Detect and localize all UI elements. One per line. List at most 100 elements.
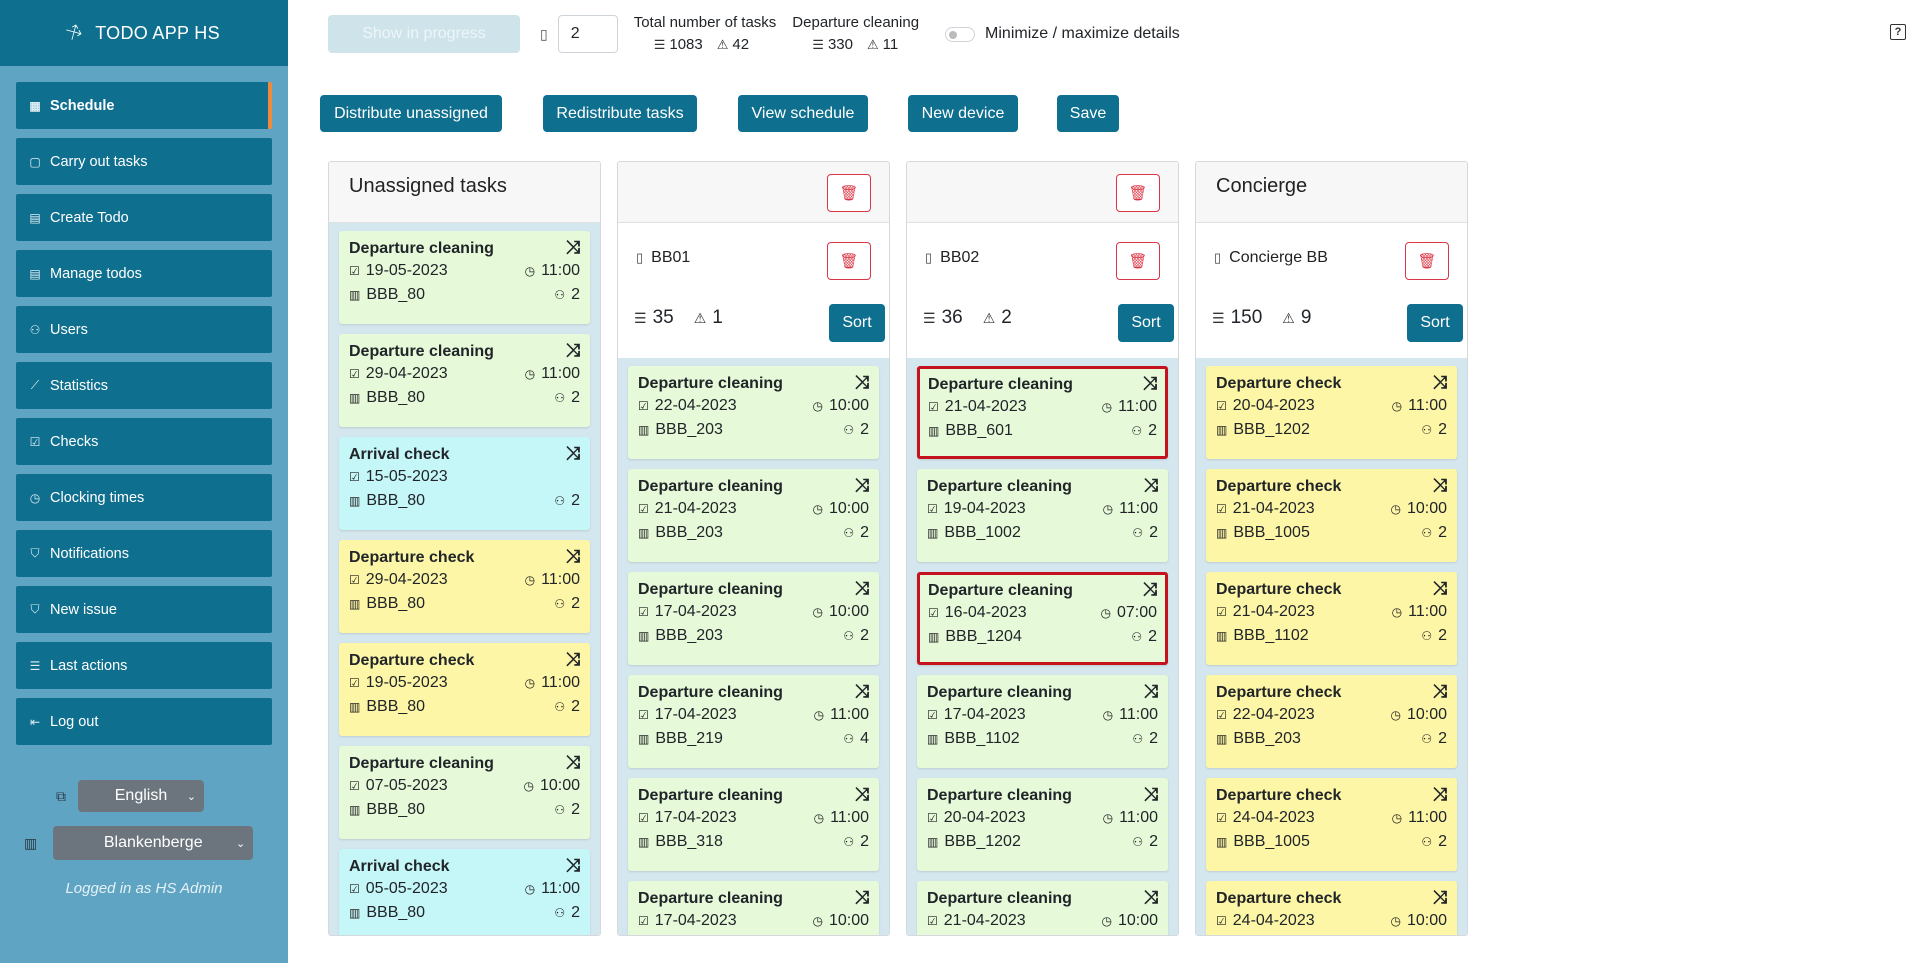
shuffle-icon[interactable]: ⤨ xyxy=(1144,475,1158,496)
sidebar-item-new-issue[interactable]: ⛉ New issue xyxy=(16,586,272,633)
task-card[interactable]: Departure cleaning ⤨ ☑ 17-04-2023 ◷ 10:00 xyxy=(628,881,879,935)
details-toggle[interactable] xyxy=(945,26,976,42)
shuffle-icon[interactable]: ⤨ xyxy=(1144,784,1158,805)
shuffle-icon[interactable]: ⤨ xyxy=(1433,784,1447,805)
task-card[interactable]: Departure check ⤨ ☑ 24-04-2023 ◷ 11:00 ▥ BBB_10… xyxy=(1206,778,1457,871)
device-label: BB01 xyxy=(651,249,691,266)
building-icon: ▥ xyxy=(638,629,650,643)
help-icon[interactable]: ? xyxy=(1890,24,1906,40)
sidebar-item-label: Checks xyxy=(50,433,99,450)
task-card[interactable]: Departure cleaning ⤨ ☑ 21-04-2023 ◷ 10:00 xyxy=(917,881,1168,935)
shuffle-icon[interactable]: ⤨ xyxy=(855,784,869,805)
task-card[interactable]: Departure check ⤨ ☑ 19-05-2023 ◷ 11:00 ▥ BBB_80… xyxy=(339,643,590,736)
task-card[interactable]: Departure check ⤨ ☑ 29-04-2023 ◷ 11:00 ▥ BBB_80… xyxy=(339,540,590,633)
sidebar-item-clocking-times[interactable]: ◷ Clocking times xyxy=(16,474,272,521)
save-button[interactable]: Save xyxy=(1057,95,1119,132)
shuffle-icon[interactable]: ⤨ xyxy=(1433,475,1447,496)
shuffle-icon[interactable]: ⤨ xyxy=(1433,887,1447,908)
delete-device-button[interactable]: 🗑 xyxy=(1116,242,1160,280)
phone-icon: ▯ xyxy=(540,25,548,42)
task-card[interactable]: Departure check ⤨ ☑ 20-04-2023 ◷ 11:00 ▥ BBB_12… xyxy=(1206,366,1457,459)
task-card[interactable]: Departure cleaning ⤨ ☑ 20-04-2023 ◷ 11:00 ▥ BBB… xyxy=(917,778,1168,871)
shuffle-icon[interactable]: ⤨ xyxy=(855,578,869,599)
delete-device-button[interactable]: 🗑 xyxy=(827,242,871,280)
shuffle-icon[interactable]: ⤨ xyxy=(855,372,869,393)
task-people: ⚇ 2 xyxy=(1132,521,1158,545)
task-card[interactable]: Departure cleaning ⤨ ☑ 21-04-2023 ◷ 11:00 ▥ BBB… xyxy=(917,366,1168,459)
task-card[interactable]: Departure cleaning ⤨ ☑ 19-05-2023 ◷ 11:00 ▥ BBB… xyxy=(339,231,590,324)
task-card[interactable]: Departure cleaning ⤨ ☑ 17-04-2023 ◷ 11:00 ▥ BBB… xyxy=(628,675,879,768)
sidebar-item-last-actions[interactable]: ☰ Last actions xyxy=(16,642,272,689)
task-card[interactable]: Arrival check ⤨ ☑ 15-05-2023 ▥ BBB_80 ⚇ 2 xyxy=(339,437,590,530)
task-date-row: ☑ 21-04-2023 ◷ 10:00 xyxy=(927,909,1158,933)
task-card[interactable]: Departure cleaning ⤨ ☑ 07-05-2023 ◷ 10:00 ▥ BBB… xyxy=(339,746,590,839)
task-card[interactable]: Departure cleaning ⤨ ☑ 16-04-2023 ◷ 07:00 ▥ BBB… xyxy=(917,572,1168,665)
shuffle-icon[interactable]: ⤨ xyxy=(566,443,580,464)
shuffle-icon[interactable]: ⤨ xyxy=(566,752,580,773)
sidebar-item-log-out[interactable]: ⇤ Log out xyxy=(16,698,272,745)
task-card[interactable]: Departure check ⤨ ☑ 24-04-2023 ◷ 10:00 xyxy=(1206,881,1457,935)
shuffle-icon[interactable]: ⤨ xyxy=(566,546,580,567)
sort-button[interactable]: Sort xyxy=(1118,304,1174,342)
distribute-unassigned-button[interactable]: Distribute unassigned xyxy=(320,95,502,132)
shuffle-icon[interactable]: ⤨ xyxy=(1144,681,1158,702)
new-device-button[interactable]: New device xyxy=(908,95,1018,132)
shuffle-icon[interactable]: ⤨ xyxy=(1433,578,1447,599)
shuffle-icon[interactable]: ⤨ xyxy=(1143,579,1157,600)
shuffle-icon[interactable]: ⤨ xyxy=(1433,372,1447,393)
sidebar-item-manage-todos[interactable]: ▤ Manage todos xyxy=(16,250,272,297)
sidebar-item-schedule[interactable]: ▦ Schedule xyxy=(16,82,272,129)
device-stats: ☰ 36 ⚠ 2 xyxy=(923,307,1012,329)
redistribute-tasks-button[interactable]: Redistribute tasks xyxy=(543,95,697,132)
shuffle-icon[interactable]: ⤨ xyxy=(1144,887,1158,908)
sort-button[interactable]: Sort xyxy=(1407,304,1463,342)
shuffle-icon[interactable]: ⤨ xyxy=(855,475,869,496)
task-card[interactable]: Departure check ⤨ ☑ 21-04-2023 ◷ 11:00 ▥ BBB_11… xyxy=(1206,572,1457,665)
building-icon: ▥ xyxy=(927,835,939,849)
task-card[interactable]: Departure cleaning ⤨ ☑ 17-04-2023 ◷ 11:00 ▥ BBB… xyxy=(628,778,879,871)
task-card[interactable]: Departure check ⤨ ☑ 22-04-2023 ◷ 10:00 ▥ BBB_20… xyxy=(1206,675,1457,768)
task-card[interactable]: Departure cleaning ⤨ ☑ 22-04-2023 ◷ 10:00 ▥ BBB… xyxy=(628,366,879,459)
device-urgent-value: 2 xyxy=(1001,307,1012,328)
shuffle-icon[interactable]: ⤨ xyxy=(566,340,580,361)
shuffle-icon[interactable]: ⤨ xyxy=(855,887,869,908)
shuffle-icon[interactable]: ⤨ xyxy=(1433,681,1447,702)
calendar-check-icon: ☑ xyxy=(349,676,360,690)
delete-device-button[interactable]: 🗑 xyxy=(1405,242,1449,280)
brand[interactable]: ⤨ TODO APP HS xyxy=(0,0,288,66)
shuffle-icon[interactable]: ⤨ xyxy=(855,681,869,702)
departure-tasks-value: 330 xyxy=(827,36,853,53)
sort-button[interactable]: Sort xyxy=(829,304,885,342)
shuffle-icon[interactable]: ⤨ xyxy=(566,855,580,876)
shuffle-icon[interactable]: ⤨ xyxy=(1143,373,1157,394)
language-select[interactable]: English ⌄ xyxy=(78,780,204,812)
task-title: Arrival check xyxy=(349,446,450,463)
sidebar-item-notifications[interactable]: ⛉ Notifications xyxy=(16,530,272,577)
task-card[interactable]: Departure cleaning ⤨ ☑ 21-04-2023 ◷ 10:00 ▥ BBB… xyxy=(628,469,879,562)
delete-column-button[interactable]: 🗑 xyxy=(1116,174,1160,212)
show-in-progress-button[interactable]: Show in progress xyxy=(328,15,520,53)
task-date: ☑ 19-05-2023 xyxy=(349,259,448,283)
task-card[interactable]: Departure check ⤨ ☑ 21-04-2023 ◷ 10:00 ▥ BBB_10… xyxy=(1206,469,1457,562)
shuffle-icon[interactable]: ⤨ xyxy=(566,237,580,258)
sidebar-item-create-todo[interactable]: ▤ Create Todo xyxy=(16,194,272,241)
device-count-input[interactable]: 2 xyxy=(557,15,618,53)
delete-column-button[interactable]: 🗑 xyxy=(827,174,871,212)
view-schedule-button[interactable]: View schedule xyxy=(738,95,868,132)
sidebar-item-statistics[interactable]: ⟋ Statistics xyxy=(16,362,272,409)
task-date: ☑ 05-05-2023 xyxy=(349,877,448,901)
task-card[interactable]: Departure cleaning ⤨ ☑ 17-04-2023 ◷ 11:00 ▥ BBB… xyxy=(917,675,1168,768)
task-date-value: 17-04-2023 xyxy=(654,912,737,929)
sidebar-item-users[interactable]: ⚇ Users xyxy=(16,306,272,353)
sidebar-item-checks[interactable]: ☑ Checks xyxy=(16,418,272,465)
task-card[interactable]: Departure cleaning ⤨ ☑ 17-04-2023 ◷ 10:00 ▥ BBB… xyxy=(628,572,879,665)
shuffle-icon[interactable]: ⤨ xyxy=(566,649,580,670)
sidebar-item-carry-out-tasks[interactable]: ▢ Carry out tasks xyxy=(16,138,272,185)
task-room-value: BBB_1102 xyxy=(1233,627,1309,644)
task-card[interactable]: Departure cleaning ⤨ ☑ 19-04-2023 ◷ 11:00 ▥ BBB… xyxy=(917,469,1168,562)
location-select[interactable]: Blankenberge ⌄ xyxy=(53,826,254,860)
calendar-check-icon: ☑ xyxy=(1216,708,1227,722)
task-card[interactable]: Arrival check ⤨ ☑ 05-05-2023 ◷ 11:00 ▥ BBB_80 ⚇ 2 xyxy=(339,849,590,935)
task-card[interactable]: Departure cleaning ⤨ ☑ 29-04-2023 ◷ 11:00 ▥ BBB… xyxy=(339,334,590,427)
task-people: ⚇ 2 xyxy=(1132,727,1158,751)
